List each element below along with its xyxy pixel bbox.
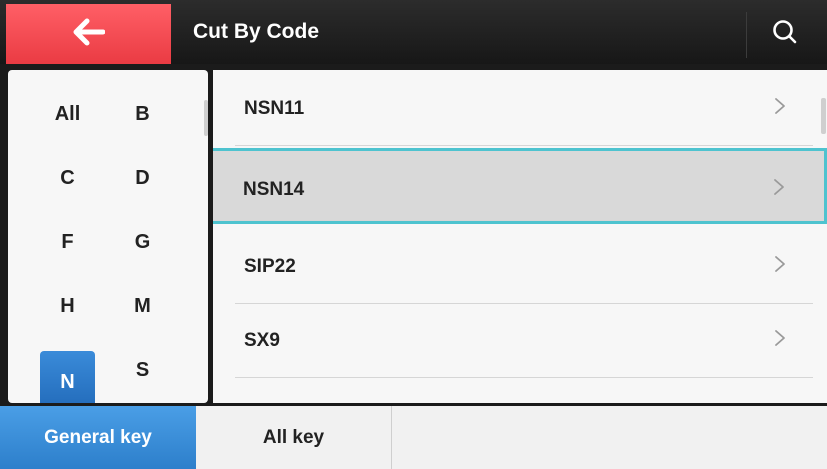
letter-index-panel: All B C D F G H M N S [8,70,208,403]
chevron-right-icon [773,254,787,274]
letter-filter-g[interactable]: G [105,221,180,285]
letter-scrollbar[interactable] [204,100,208,136]
top-bar: Cut By Code [0,0,827,64]
letter-filter-b[interactable]: B [105,93,180,157]
chevron-right-icon [772,177,786,197]
letter-filter-s[interactable]: S [105,349,180,403]
back-button[interactable] [6,4,171,64]
code-list: NSN11 NSN14 SIP22 SX9 [213,70,827,403]
row-divider [234,220,810,221]
header-divider [746,12,747,58]
search-button[interactable] [765,14,805,54]
letter-filter-h[interactable]: H [30,285,105,349]
tab-general-key[interactable]: General key [0,406,196,469]
code-label: NSN11 [244,98,305,119]
arrow-left-icon [73,18,105,51]
tab-all-key[interactable]: All key [196,406,392,469]
row-divider [235,377,813,378]
chevron-right-icon [773,328,787,348]
letter-filter-n[interactable]: N [40,351,95,403]
code-list-item[interactable]: SIP22 [213,228,827,304]
code-list-item[interactable]: NSN14 [213,148,827,224]
search-icon [772,19,798,50]
chevron-right-icon [773,96,787,116]
page-title: Cut By Code [193,20,319,43]
letter-grid: All B C D F G H M N S [30,93,180,403]
letter-filter-all[interactable]: All [30,93,105,157]
row-divider [235,145,813,146]
code-label: NSN14 [243,179,305,200]
bottom-tab-bar: General key All key [0,406,827,469]
code-list-item[interactable]: NSN11 [213,70,827,146]
letter-filter-m[interactable]: M [105,285,180,349]
code-label: SX9 [244,330,280,351]
letter-filter-f[interactable]: F [30,221,105,285]
letter-filter-d[interactable]: D [105,157,180,221]
code-list-item[interactable]: SX9 [213,302,827,378]
code-label: SIP22 [244,256,296,277]
letter-filter-c[interactable]: C [30,157,105,221]
